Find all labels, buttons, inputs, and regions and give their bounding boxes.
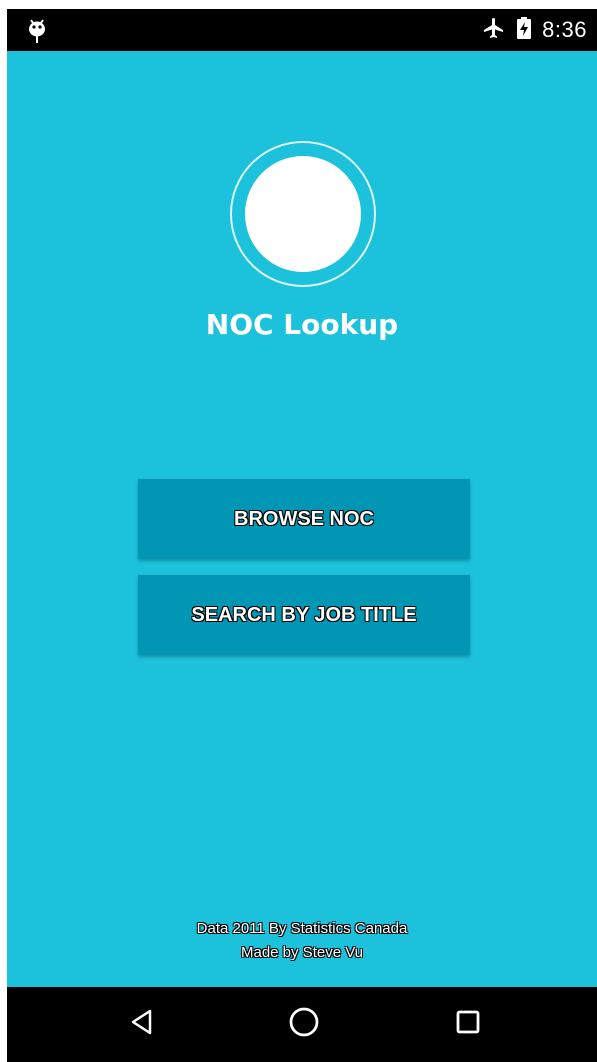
app-title: NOC Lookup xyxy=(205,308,399,341)
data-credit: Data 2011 By Statistics Canada xyxy=(196,920,408,937)
battery-charging-icon xyxy=(516,16,532,45)
app-logo xyxy=(245,156,361,272)
status-bar: 8:36 xyxy=(7,9,597,51)
phone-screen: 8:36 NOC Lookup BROWSE NOC SEARCH BY JOB… xyxy=(7,9,597,1062)
android-debug-icon xyxy=(25,17,49,45)
recent-apps-button[interactable] xyxy=(443,999,493,1049)
back-button[interactable] xyxy=(117,999,167,1049)
back-icon xyxy=(127,1007,157,1042)
main-content: NOC Lookup BROWSE NOC SEARCH BY JOB TITL… xyxy=(7,51,597,987)
status-time: 8:36 xyxy=(542,17,587,42)
airplane-icon xyxy=(482,16,506,45)
home-icon xyxy=(287,1005,321,1044)
home-button[interactable] xyxy=(279,999,329,1049)
status-icons: 8:36 xyxy=(482,9,587,51)
search-by-job-title-button[interactable]: SEARCH BY JOB TITLE xyxy=(138,575,470,655)
author-credit: Made by Steve Vu xyxy=(240,944,363,961)
recent-apps-icon xyxy=(453,1007,483,1042)
navigation-bar xyxy=(7,987,597,1062)
browse-noc-button[interactable]: BROWSE NOC xyxy=(138,479,470,559)
